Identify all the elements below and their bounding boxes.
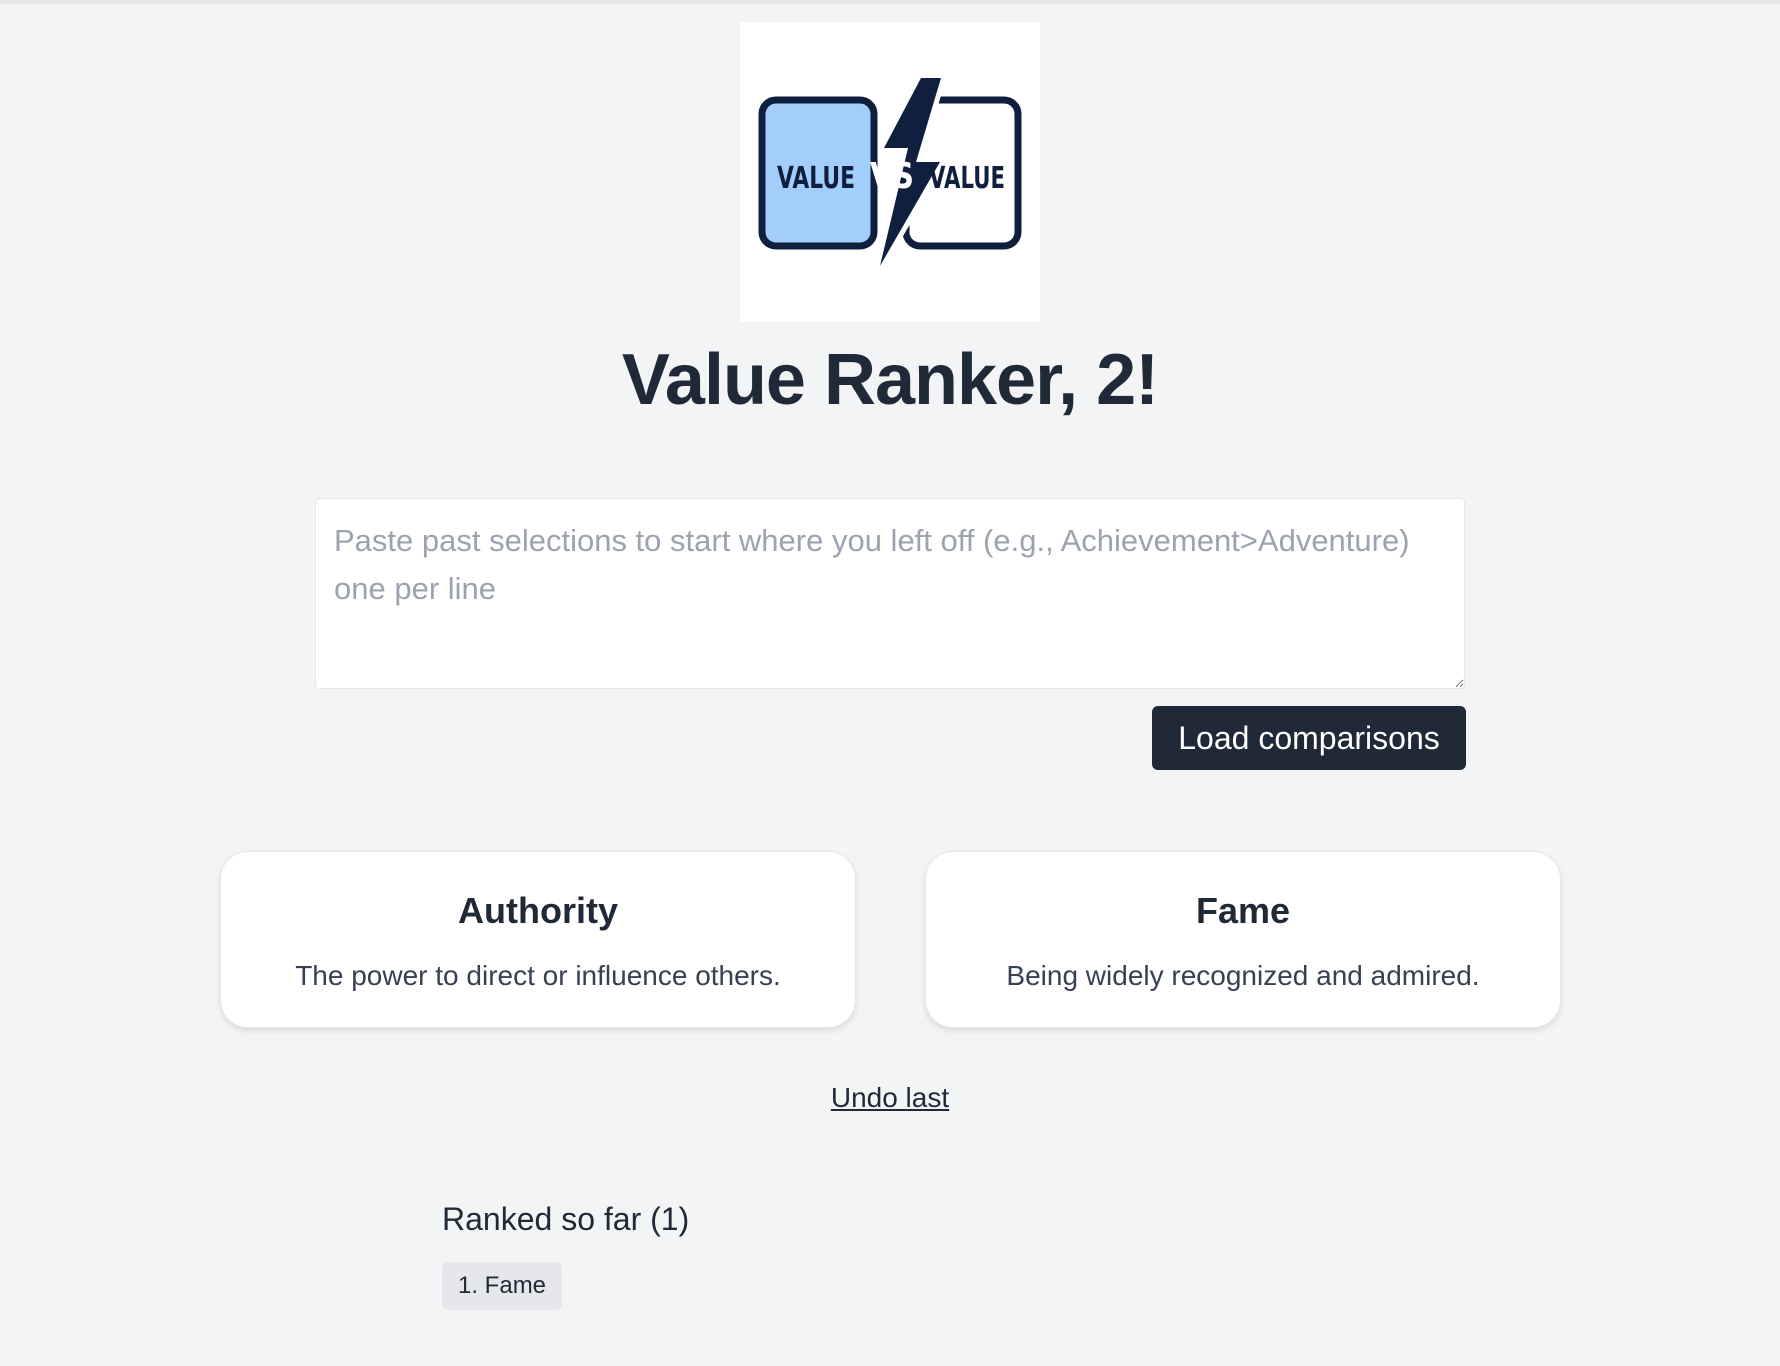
page-title: Value Ranker, 2! — [621, 340, 1159, 420]
ranked-item: 1. Fame — [442, 1262, 563, 1310]
value-card-description: The power to direct or influence others. — [295, 960, 781, 991]
value-card-title: Authority — [458, 890, 618, 931]
logo-vs-text: VS — [870, 156, 914, 197]
value-card-description: Being widely recognized and admired. — [1006, 960, 1480, 991]
value-card-title: Fame — [1195, 890, 1291, 931]
logo: VALUE VS VALUE — [740, 22, 1040, 322]
value-vs-value-logo: VALUE VS VALUE — [758, 73, 1022, 271]
top-strip — [0, 0, 1780, 4]
page: VALUE VS VALUE Value Ranker, 2! Load com… — [0, 0, 1780, 1366]
value-card-left[interactable]: Authority The power to direct or influen… — [220, 851, 856, 1028]
ranked-heading: Ranked so far (1) — [442, 1201, 690, 1237]
logo-right-text: VALUE — [929, 161, 1005, 196]
undo-container: Undo last — [0, 1082, 1780, 1114]
load-comparisons-button[interactable]: Load comparisons — [1152, 706, 1466, 770]
value-card-right[interactable]: Fame Being widely recognized and admired… — [925, 851, 1561, 1028]
undo-last-link[interactable]: Undo last — [831, 1082, 949, 1113]
logo-left-text: VALUE — [777, 161, 855, 196]
paste-selections-input[interactable] — [315, 498, 1465, 689]
ranked-list: 1. Fame — [442, 1262, 563, 1310]
